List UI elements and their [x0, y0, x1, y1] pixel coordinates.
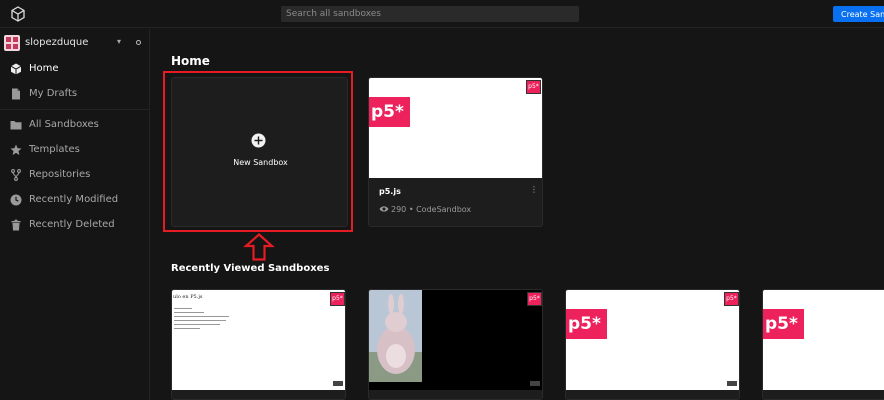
- sidebar-item-repositories[interactable]: Repositories: [0, 164, 149, 186]
- sidebar-item-home[interactable]: Home: [0, 58, 149, 80]
- caret-down-icon[interactable]: ▾: [117, 37, 121, 46]
- sandbox-thumbnail: p5* p5*: [566, 290, 739, 390]
- avatar: [4, 35, 20, 51]
- sidebar-item-label: My Drafts: [29, 88, 78, 99]
- thumbnail-text-lines: [174, 308, 234, 332]
- sidebar-divider: [0, 109, 149, 110]
- template-badge-icon: p5*: [527, 292, 542, 306]
- sidebar-item-recently-modified[interactable]: Recently Modified: [0, 189, 149, 211]
- sidebar-item-all-sandboxes[interactable]: All Sandboxes: [0, 114, 149, 136]
- sidebar-item-recently-deleted[interactable]: Recently Deleted: [0, 214, 149, 236]
- recent-sandbox-card-1[interactable]: ulo en P5.js p5*: [171, 289, 346, 400]
- template-badge-icon: p5*: [724, 292, 739, 306]
- sidebar-item-label: Repositories: [29, 169, 91, 180]
- recent-sandbox-card-4[interactable]: p5*: [762, 289, 884, 400]
- star-icon: [10, 144, 22, 155]
- main-content: Home New Sandbox p5* p5* p5.js ⋮ 290 • C…: [151, 29, 884, 400]
- create-sandbox-button[interactable]: Create Sandbox: [833, 6, 884, 22]
- template-badge-icon: p5*: [330, 292, 345, 306]
- highlight-box: [163, 71, 353, 232]
- bunny-video-image: [369, 290, 422, 382]
- thumbnail-control: [333, 381, 343, 386]
- recent-sandbox-card-3[interactable]: p5* p5*: [565, 289, 740, 400]
- page-title: Home: [171, 54, 210, 68]
- p5-logo: p5*: [566, 309, 607, 339]
- thumbnail-control: [530, 381, 540, 386]
- thumbnail-heading: ulo en P5.js: [173, 294, 203, 300]
- thumbnail-control: [727, 381, 737, 386]
- sidebar-item-label: All Sandboxes: [29, 119, 99, 130]
- sidebar-item-templates[interactable]: Templates: [0, 139, 149, 161]
- sidebar: slopezduque ▾ Home My Drafts All Sandbox…: [0, 29, 150, 400]
- branch-icon: [11, 169, 21, 181]
- folder-icon: [10, 121, 22, 130]
- recent-sandbox-card-2[interactable]: p5*: [368, 289, 543, 400]
- sidebar-item-label: Recently Modified: [29, 194, 119, 205]
- status-dot-icon[interactable]: [136, 40, 141, 45]
- sandbox-title: p5.js: [379, 187, 401, 196]
- eye-icon: [379, 206, 389, 212]
- user-menu[interactable]: slopezduque ▾: [4, 33, 146, 53]
- clock-icon: [10, 194, 22, 206]
- search-input[interactable]: [281, 6, 579, 22]
- cube-icon: [10, 63, 22, 75]
- codesandbox-logo-icon[interactable]: [10, 6, 26, 22]
- more-options-icon[interactable]: ⋮: [530, 186, 538, 194]
- sidebar-item-label: Home: [29, 63, 59, 74]
- p5-logo: p5*: [763, 309, 804, 339]
- sandbox-thumbnail: p5*: [763, 290, 884, 390]
- up-arrow-annotation-icon: [243, 233, 275, 261]
- sandbox-author: CodeSandbox: [416, 205, 472, 214]
- recently-viewed-title: Recently Viewed Sandboxes: [171, 263, 330, 274]
- sandbox-card-p5js[interactable]: p5* p5* p5.js ⋮ 290 • CodeSandbox: [368, 77, 543, 227]
- sidebar-item-my-drafts[interactable]: My Drafts: [0, 83, 149, 105]
- document-icon: [12, 88, 20, 100]
- p5-logo: p5*: [369, 97, 410, 127]
- sidebar-item-label: Recently Deleted: [29, 219, 115, 230]
- sandbox-thumbnail: ulo en P5.js p5*: [172, 290, 345, 390]
- top-bar: Create Sandbox: [0, 0, 884, 28]
- sandbox-stats: 290 • CodeSandbox: [379, 205, 471, 214]
- sandbox-thumbnail: p5*: [369, 290, 542, 390]
- trash-icon: [11, 219, 21, 231]
- view-count: 290: [391, 205, 407, 214]
- sandbox-thumbnail: p5* p5*: [369, 78, 542, 178]
- template-badge-icon: p5*: [526, 80, 541, 94]
- sidebar-item-label: Templates: [29, 144, 80, 155]
- username: slopezduque: [25, 37, 89, 48]
